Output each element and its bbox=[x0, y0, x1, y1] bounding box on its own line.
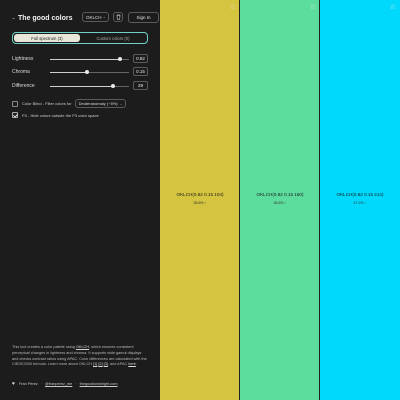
lightness-value-input[interactable]: 0.82 bbox=[133, 54, 148, 63]
sign-in-button[interactable]: Sign In bbox=[128, 12, 159, 23]
difference-slider-row: Difference 29 bbox=[12, 81, 148, 91]
ref-link-2[interactable]: [2] bbox=[98, 362, 102, 366]
color-blind-select-value: Deuteranomaly (~5%) bbox=[78, 101, 118, 106]
site-link[interactable]: thegoodlowheight.com bbox=[80, 382, 118, 386]
separator-dot: · bbox=[40, 382, 43, 386]
favorite-star-icon[interactable]: ☆ bbox=[390, 3, 396, 11]
palette-tabs: Full spectrum (3) Custom colors (0) bbox=[12, 32, 148, 44]
ref-link-1[interactable]: [1] bbox=[93, 362, 97, 366]
app-title: The good colors bbox=[18, 14, 73, 22]
chroma-label: Chroma bbox=[12, 69, 30, 75]
chroma-slider-fill bbox=[50, 71, 88, 73]
color-space-value: OKLCH bbox=[86, 14, 102, 20]
chroma-slider-thumb[interactable] bbox=[85, 69, 90, 74]
chevron-down-icon: ⌄ bbox=[102, 14, 106, 19]
swatch-color-code: OKLCH(0.82 0.15 104) bbox=[176, 192, 224, 197]
swatch-contrast: 47.2% ↑ bbox=[353, 201, 367, 205]
difference-label: Difference bbox=[12, 83, 35, 89]
trash-icon bbox=[116, 14, 120, 20]
color-swatch[interactable]: ☆ OKLCH(0.82 0.15 160) 38.8% ↑ bbox=[240, 0, 320, 400]
chroma-value-input[interactable]: 0.15 bbox=[133, 67, 148, 76]
swatch-contrast: 38.8% ↑ bbox=[273, 201, 287, 205]
footer: ♥ Fran Pérez · @franperez_me · thegoodlo… bbox=[12, 381, 118, 387]
color-space-select[interactable]: OKLCH ⌄ bbox=[82, 12, 109, 22]
p3-checkbox[interactable] bbox=[12, 112, 18, 118]
chroma-slider-row: Chroma 0.15 bbox=[12, 67, 148, 77]
oklch-link[interactable]: OKLCH bbox=[76, 345, 89, 349]
color-blind-option: Color Blind - Filter colors for Deuteran… bbox=[12, 99, 126, 108]
about-text-part: . bbox=[135, 362, 137, 367]
chroma-slider[interactable] bbox=[50, 69, 129, 74]
author-name: Fran Pérez bbox=[18, 382, 38, 386]
logo-icon: ... bbox=[12, 15, 15, 21]
p3-option: P3 - Hide colors outside the P3 color sp… bbox=[12, 112, 99, 118]
swatch-color-code: OKLCH(0.82 0.15 214) bbox=[336, 192, 384, 197]
lightness-slider[interactable] bbox=[50, 56, 129, 61]
color-swatch[interactable]: ☆ OKLCH(0.82 0.15 104) 38.8% ↑ bbox=[160, 0, 240, 400]
about-text-part: This tool creates a color palette using bbox=[12, 345, 76, 349]
color-blind-checkbox[interactable] bbox=[12, 100, 18, 107]
tab-full-spectrum[interactable]: Full spectrum (3) bbox=[14, 34, 80, 42]
author-handle-link[interactable]: @franperez_me bbox=[45, 382, 72, 386]
about-text: This tool creates a color palette using … bbox=[12, 345, 148, 368]
favorite-star-icon[interactable]: ☆ bbox=[230, 3, 236, 11]
tab-custom-colors[interactable]: Custom colors (0) bbox=[80, 34, 146, 42]
color-swatch[interactable]: ☆ OKLCH(0.82 0.15 214) 47.2% ↑ bbox=[320, 0, 400, 400]
heart-icon: ♥ bbox=[12, 381, 15, 387]
difference-slider-thumb[interactable] bbox=[111, 83, 116, 88]
difference-slider-fill bbox=[50, 85, 114, 87]
lightness-slider-thumb[interactable] bbox=[117, 56, 122, 61]
about-text-part: , and APAC bbox=[107, 362, 129, 367]
lightness-label: Lightness bbox=[12, 56, 34, 62]
lightness-slider-row: Lightness 0.82 bbox=[12, 54, 148, 64]
chevron-down-icon: ⌄ bbox=[119, 101, 123, 106]
sidebar: ... The good colors OKLCH ⌄ Sign In Full… bbox=[0, 0, 160, 400]
difference-slider[interactable] bbox=[50, 83, 129, 88]
p3-label: P3 - Hide colors outside the P3 color sp… bbox=[22, 112, 99, 118]
color-blind-select[interactable]: Deuteranomaly (~5%) ⌄ bbox=[74, 99, 126, 108]
header: ... The good colors OKLCH ⌄ Sign In bbox=[12, 12, 159, 24]
delete-button[interactable] bbox=[113, 12, 123, 22]
swatch-contrast: 38.8% ↑ bbox=[193, 201, 207, 205]
difference-value-input[interactable]: 29 bbox=[133, 81, 148, 90]
lightness-slider-fill bbox=[50, 58, 120, 60]
separator-dot: · bbox=[75, 382, 77, 386]
apac-here-link[interactable]: here bbox=[128, 362, 136, 366]
favorite-star-icon[interactable]: ☆ bbox=[310, 3, 316, 11]
color-blind-label: Color Blind - Filter colors for bbox=[22, 101, 72, 106]
swatch-color-code: OKLCH(0.82 0.15 160) bbox=[256, 192, 304, 197]
